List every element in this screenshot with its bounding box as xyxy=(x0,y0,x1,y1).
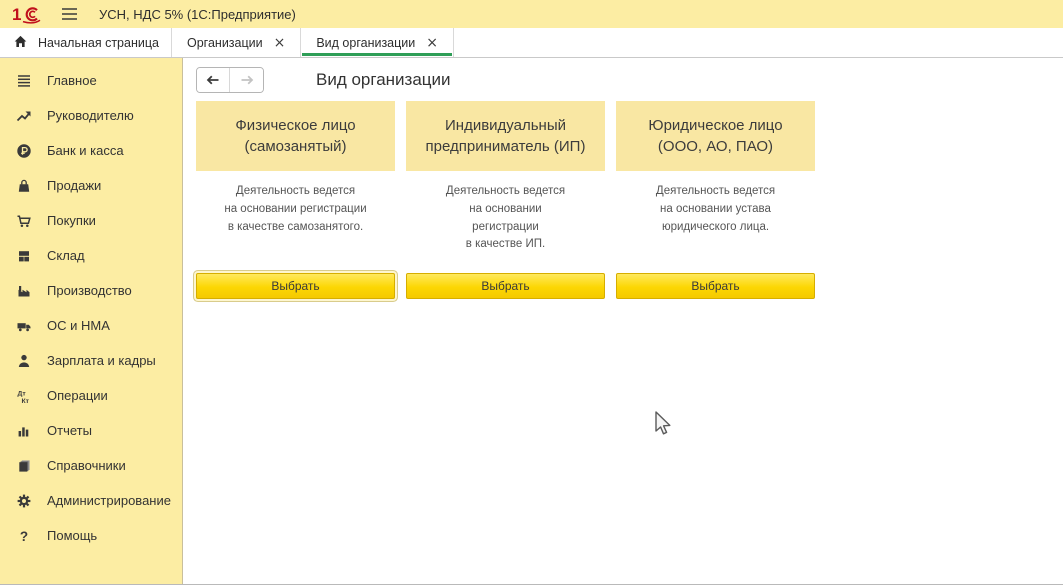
card-fizicheskoe-lico: Физическое лицо (самозанятый) Деятельнос… xyxy=(196,101,395,299)
card-description: Деятельность ведется на основании регист… xyxy=(196,183,395,273)
sidebar-item-pomosch[interactable]: ? Помощь xyxy=(0,518,182,553)
sidebar-item-label: Отчеты xyxy=(47,423,92,438)
sidebar-item-spravochniki[interactable]: Справочники xyxy=(0,448,182,483)
sidebar-item-label: Зарплата и кадры xyxy=(47,353,156,368)
svg-text:Дт: Дт xyxy=(18,390,27,397)
home-icon xyxy=(13,34,28,52)
arrow-left-icon xyxy=(205,72,221,88)
shopping-bag-icon xyxy=(15,177,33,195)
sidebar-item-pokupki[interactable]: Покупки xyxy=(0,203,182,238)
app-window: 1 УСН, НДС 5% (1С:Предприятие) Начальная xyxy=(0,0,1063,585)
forward-button[interactable] xyxy=(230,68,263,92)
sidebar-item-label: Покупки xyxy=(47,213,96,228)
sidebar-item-operacii[interactable]: Дт Кт Операции xyxy=(0,378,182,413)
window-title: УСН, НДС 5% (1С:Предприятие) xyxy=(99,7,296,22)
tab-label: Вид организации xyxy=(316,36,415,50)
tab-home-label: Начальная страница xyxy=(38,36,159,50)
trend-up-icon xyxy=(15,107,33,125)
section-sidebar: Главное Руководителю xyxy=(0,58,183,584)
sidebar-item-label: Продажи xyxy=(47,178,101,193)
svg-text:?: ? xyxy=(20,529,28,544)
sidebar-item-otchety[interactable]: Отчеты xyxy=(0,413,182,448)
menu-lines-icon xyxy=(15,72,33,90)
svg-text:Кт: Кт xyxy=(22,397,30,403)
tab-bar: Начальная страница Организации × Вид орг… xyxy=(0,28,1063,58)
sidebar-item-label: Операции xyxy=(47,388,108,403)
sidebar-item-administrirovanie[interactable]: Администрирование xyxy=(0,483,182,518)
sidebar-item-label: Справочники xyxy=(47,458,126,473)
sidebar-item-proizvodstvo[interactable]: Производство xyxy=(0,273,182,308)
card-individualny-predprinimatel: Индивидуальный предприниматель (ИП) Деят… xyxy=(406,101,605,299)
card-header: Физическое лицо (самозанятый) xyxy=(196,101,395,171)
sidebar-item-prodazhi[interactable]: Продажи xyxy=(0,168,182,203)
select-button-ip[interactable]: Выбрать xyxy=(406,273,605,299)
1c-logo-icon: 1 xyxy=(12,4,42,24)
main-menu-icon[interactable] xyxy=(60,6,79,22)
person-icon xyxy=(15,352,33,370)
back-button[interactable] xyxy=(197,68,230,92)
truck-icon xyxy=(15,317,33,335)
books-icon xyxy=(15,457,33,475)
close-icon[interactable]: × xyxy=(274,36,286,50)
card-description: Деятельность ведется на основании устава… xyxy=(616,183,815,273)
select-button-fizicheskoe-lico[interactable]: Выбрать xyxy=(196,273,395,299)
factory-icon xyxy=(15,282,33,300)
tab-label: Организации xyxy=(187,36,263,50)
debit-credit-icon: Дт Кт xyxy=(15,387,33,405)
boxes-icon xyxy=(15,247,33,265)
shopping-cart-icon xyxy=(15,212,33,230)
history-nav-group xyxy=(196,67,264,93)
select-button-yuridicheskoe-lico[interactable]: Выбрать xyxy=(616,273,815,299)
sidebar-item-label: Главное xyxy=(47,73,97,88)
main-content: Вид организации Физическое лицо (самозан… xyxy=(183,58,1063,584)
title-bar: 1 УСН, НДС 5% (1С:Предприятие) xyxy=(0,0,1063,28)
page-title: Вид организации xyxy=(316,70,451,90)
arrow-right-icon xyxy=(239,72,255,88)
tab-vid-organizacii[interactable]: Вид организации × xyxy=(301,28,454,57)
question-icon: ? xyxy=(15,527,33,545)
sidebar-item-bank-i-kassa[interactable]: Банк и касса xyxy=(0,133,182,168)
organization-type-cards: Физическое лицо (самозанятый) Деятельнос… xyxy=(196,101,1063,299)
sidebar-item-rukovoditelyu[interactable]: Руководителю xyxy=(0,98,182,133)
active-tab-underline xyxy=(302,53,452,56)
sidebar-item-zarplata-i-kadry[interactable]: Зарплата и кадры xyxy=(0,343,182,378)
sidebar-item-label: Банк и касса xyxy=(47,143,124,158)
card-description: Деятельность ведется на основании регист… xyxy=(406,183,605,273)
sidebar-item-label: Склад xyxy=(47,248,85,263)
sidebar-item-label: Руководителю xyxy=(47,108,134,123)
sidebar-item-glavnoe[interactable]: Главное xyxy=(0,63,182,98)
sidebar-item-label: Помощь xyxy=(47,528,97,543)
sidebar-item-sklad[interactable]: Склад xyxy=(0,238,182,273)
card-yuridicheskoe-lico: Юридическое лицо (ООО, АО, ПАО) Деятельн… xyxy=(616,101,815,299)
ruble-circle-icon xyxy=(15,142,33,160)
gear-icon xyxy=(15,492,33,510)
bar-chart-icon xyxy=(15,422,33,440)
sidebar-item-label: Администрирование xyxy=(47,493,171,508)
card-header: Юридическое лицо (ООО, АО, ПАО) xyxy=(616,101,815,171)
sidebar-item-label: Производство xyxy=(47,283,132,298)
sidebar-item-label: ОС и НМА xyxy=(47,318,110,333)
tab-home-page[interactable]: Начальная страница xyxy=(0,28,172,57)
svg-text:1: 1 xyxy=(12,5,21,24)
tab-organizacii[interactable]: Организации × xyxy=(172,28,301,57)
close-icon[interactable]: × xyxy=(426,36,438,50)
sidebar-item-os-i-nma[interactable]: ОС и НМА xyxy=(0,308,182,343)
card-header: Индивидуальный предприниматель (ИП) xyxy=(406,101,605,171)
